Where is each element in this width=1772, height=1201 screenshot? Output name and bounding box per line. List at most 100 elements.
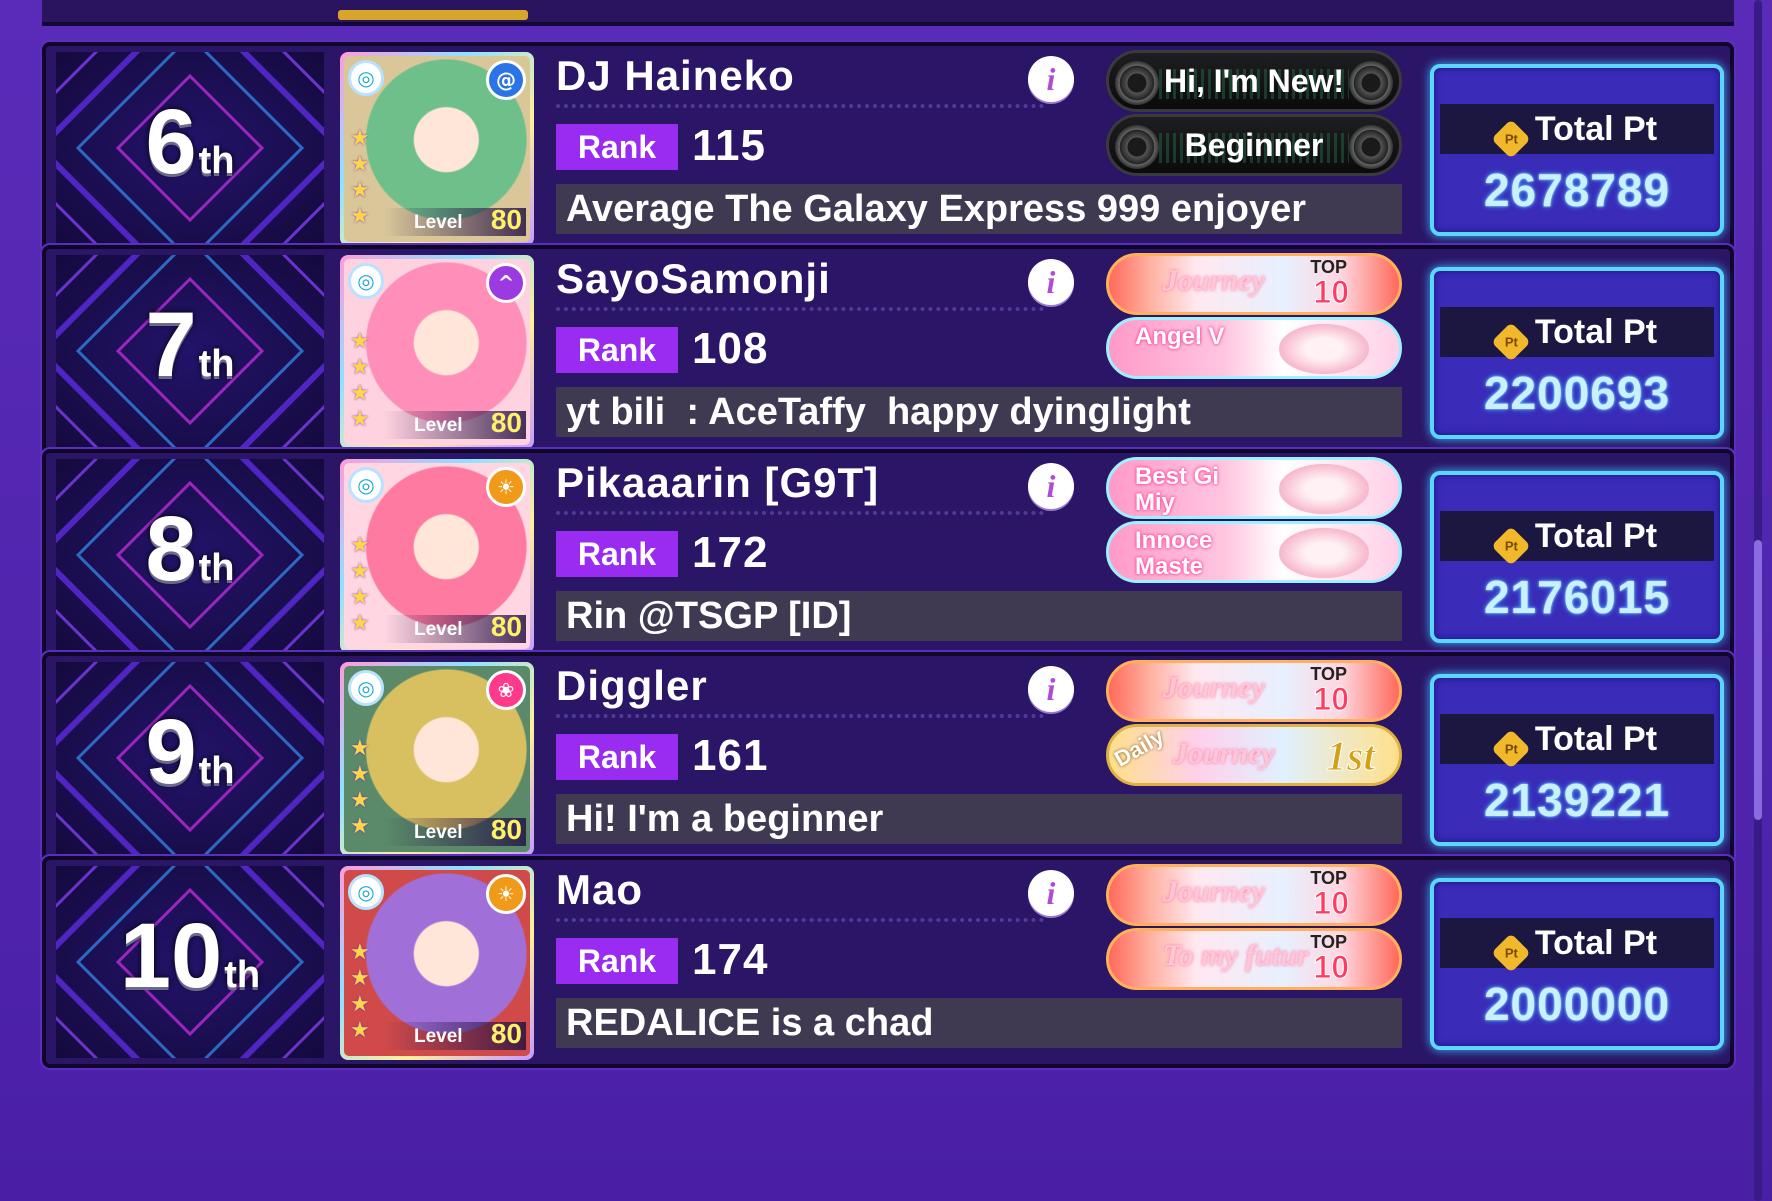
badge-text: Journey xyxy=(1163,264,1265,297)
event-point-icon: Pt xyxy=(1491,322,1531,362)
attribute-icon: ◎ xyxy=(348,670,384,706)
swirl-icon: @ xyxy=(486,60,526,100)
total-points-label: Total Pt xyxy=(1534,517,1658,555)
sun-icon: ☀ xyxy=(486,874,526,914)
total-points-label: Total Pt xyxy=(1534,313,1658,351)
event-point-icon-text: Pt xyxy=(1504,741,1518,756)
divider xyxy=(556,714,1044,718)
title-badge[interactable]: Beginner xyxy=(1106,114,1402,176)
event-point-icon-text: Pt xyxy=(1504,334,1518,349)
level-label: Level xyxy=(414,619,463,640)
card-art: ◎ ☀ ★ ★ ★ ★ Level 80 xyxy=(344,463,530,649)
placement-number: 8th xyxy=(56,499,324,618)
player-name: Mao xyxy=(556,866,643,913)
total-points-panel: Pt Total Pt 2678789 xyxy=(1430,64,1724,236)
attribute-icon: ◎ xyxy=(348,263,384,299)
badge-top-number: 10 xyxy=(1313,885,1350,922)
total-points-header: Pt Total Pt xyxy=(1440,918,1714,973)
rank-label: Rank xyxy=(556,327,678,373)
info-icon[interactable]: i xyxy=(1028,666,1074,712)
scrollbar-thumb[interactable] xyxy=(1754,540,1762,820)
title-badge[interactable]: Innoce Maste xyxy=(1106,521,1402,583)
total-points-value: 2176015 xyxy=(1483,571,1671,623)
member-card[interactable]: ◎ ^ ★ ★ ★ ★ Level 80 xyxy=(340,255,534,449)
player-name: Diggler xyxy=(556,662,708,709)
divider xyxy=(556,511,1044,515)
placement-suffix: th xyxy=(198,343,235,385)
placement-value: 10 xyxy=(119,905,223,1007)
total-points-panel: Pt Total Pt 2200693 xyxy=(1430,267,1724,439)
level-value: 80 xyxy=(490,204,522,235)
card-art: ◎ ^ ★ ★ ★ ★ Level 80 xyxy=(344,259,530,445)
member-card[interactable]: ◎ ☀ ★ ★ ★ ★ Level 80 xyxy=(340,459,534,653)
info-icon[interactable]: i xyxy=(1028,259,1074,305)
divider xyxy=(556,307,1044,311)
title-badge[interactable]: Best Gi Miy xyxy=(1106,457,1402,519)
attribute-icon: ◎ xyxy=(348,874,384,910)
rarity-stars-icon: ★ ★ ★ ★ xyxy=(350,329,370,432)
badge-text: To my futur xyxy=(1163,939,1309,972)
title-badge[interactable]: Journey TOP 10 xyxy=(1106,253,1402,315)
rank-label: Rank xyxy=(556,734,678,780)
ranking-row[interactable]: 7th ◎ ^ ★ ★ ★ ★ Level 80 SayoSamonji i Rank 108 yt bi… xyxy=(42,245,1734,457)
badge-text: Innoce Maste xyxy=(1135,527,1213,580)
title-badge[interactable]: Hi, I'm New! xyxy=(1106,50,1402,112)
divider xyxy=(556,918,1044,922)
speaker-icon xyxy=(1115,61,1159,105)
player-rank-value: 108 xyxy=(692,324,769,373)
title-badge[interactable]: Journey TOP 10 xyxy=(1106,864,1402,926)
scrollbar[interactable] xyxy=(1754,0,1762,1201)
rank-label: Rank xyxy=(556,124,678,170)
placement-number: 10th xyxy=(56,906,324,1025)
badge-text: Beginner xyxy=(1184,127,1324,163)
player-comment: yt bili : AceTaffy happy dyinglight xyxy=(556,387,1402,437)
level-label: Level xyxy=(414,822,463,843)
placement-box: 10th xyxy=(56,866,324,1058)
placement-value: 8 xyxy=(145,498,197,600)
level-label: Level xyxy=(414,415,463,436)
player-rank-value: 161 xyxy=(692,731,769,780)
rarity-stars-icon: ★ ★ ★ ★ xyxy=(350,736,370,839)
badge-text: Journey xyxy=(1163,671,1265,704)
title-badge[interactable]: Angel V xyxy=(1106,317,1402,379)
badge-top-number: 10 xyxy=(1313,949,1350,986)
card-level: Level 80 xyxy=(384,1018,526,1050)
title-badge[interactable]: Journey TOP 10 xyxy=(1106,660,1402,722)
placement-value: 7 xyxy=(145,294,197,396)
character-portrait-icon xyxy=(1279,464,1369,514)
info-icon[interactable]: i xyxy=(1028,870,1074,916)
event-point-icon: Pt xyxy=(1491,119,1531,159)
info-icon[interactable]: i xyxy=(1028,463,1074,509)
member-card[interactable]: ◎ ❀ ★ ★ ★ ★ Level 80 xyxy=(340,662,534,856)
rarity-stars-icon: ★ ★ ★ ★ xyxy=(350,940,370,1043)
placement-box: 8th xyxy=(56,459,324,651)
player-name: SayoSamonji xyxy=(556,255,831,302)
title-badge[interactable]: To my futur TOP 10 xyxy=(1106,928,1402,990)
ranking-row[interactable]: 10th ◎ ☀ ★ ★ ★ ★ Level 80 Mao i Rank 174 REDALICE is … xyxy=(42,856,1734,1068)
card-art: ◎ @ ★ ★ ★ ★ Level 80 xyxy=(344,56,530,242)
member-card[interactable]: ◎ ☀ ★ ★ ★ ★ Level 80 xyxy=(340,866,534,1060)
ranking-row[interactable]: 9th ◎ ❀ ★ ★ ★ ★ Level 80 Diggler i Rank 161 Hi! I'm a… xyxy=(42,652,1734,864)
total-points-value: 2000000 xyxy=(1483,978,1671,1030)
placement-suffix: th xyxy=(198,547,235,589)
ranking-row[interactable]: 8th ◎ ☀ ★ ★ ★ ★ Level 80 Pikaaarin [G9T] i Rank 172 R… xyxy=(42,449,1734,661)
placement-box: 6th xyxy=(56,52,324,244)
total-points-header: Pt Total Pt xyxy=(1440,714,1714,769)
placement-box: 9th xyxy=(56,662,324,854)
placement-value: 9 xyxy=(145,701,197,803)
attribute-icon: ◎ xyxy=(348,60,384,96)
placement-suffix: th xyxy=(224,954,261,996)
level-value: 80 xyxy=(490,1018,522,1049)
badge-text: Hi, I'm New! xyxy=(1163,63,1345,99)
title-badge[interactable]: Daily Journey 1st xyxy=(1106,724,1402,786)
hat-icon: ^ xyxy=(486,263,526,303)
ranking-row[interactable]: 6th ◎ @ ★ ★ ★ ★ Level 80 DJ Haineko i Rank 115 Averag… xyxy=(42,42,1734,254)
total-points-header: Pt Total Pt xyxy=(1440,104,1714,159)
total-points-value: 2200693 xyxy=(1483,367,1671,419)
member-card[interactable]: ◎ @ ★ ★ ★ ★ Level 80 xyxy=(340,52,534,246)
info-icon[interactable]: i xyxy=(1028,56,1074,102)
level-value: 80 xyxy=(490,814,522,845)
badge-top-number: 10 xyxy=(1313,681,1350,718)
placement-value: 6 xyxy=(145,91,197,193)
rank-label: Rank xyxy=(556,531,678,577)
